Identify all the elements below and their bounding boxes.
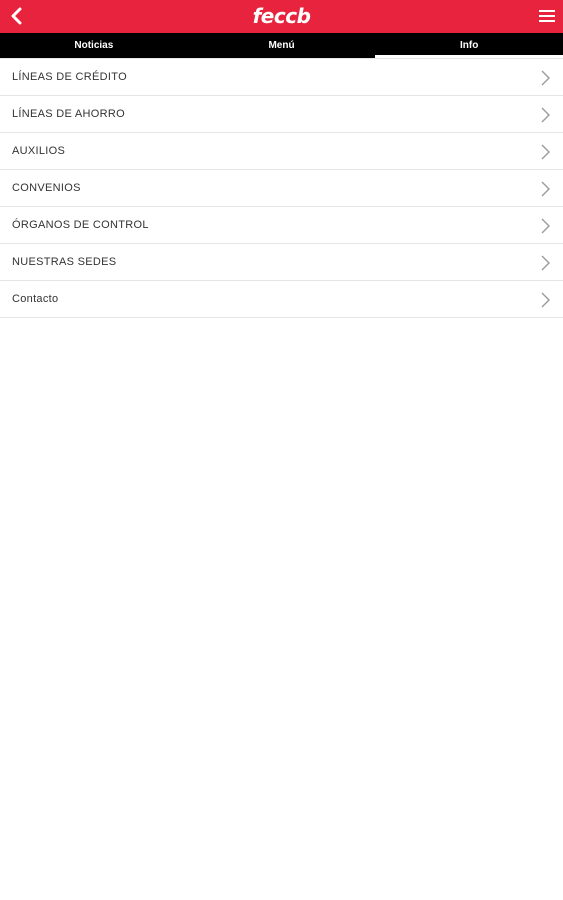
list-item-label: NUESTRAS SEDES xyxy=(12,256,117,268)
list-item-lineas-de-ahorro[interactable]: LÍNEAS DE AHORRO xyxy=(0,96,563,133)
menu-button[interactable] xyxy=(535,4,559,28)
chevron-right-icon xyxy=(541,292,550,308)
tab-noticias[interactable]: Noticias xyxy=(0,33,188,58)
app-logo: feccb xyxy=(252,4,311,28)
chevron-right-icon xyxy=(541,181,550,197)
tab-bar: Noticias Menú Info xyxy=(0,33,563,58)
top-app-bar: feccb xyxy=(0,0,563,33)
chevron-right-icon xyxy=(541,255,550,271)
list-item-label: CONVENIOS xyxy=(12,182,81,194)
hamburger-menu-icon xyxy=(539,10,555,22)
chevron-right-icon xyxy=(541,107,550,123)
list-item-label: AUXILIOS xyxy=(12,145,66,157)
list-item-convenios[interactable]: CONVENIOS xyxy=(0,170,563,207)
list-item-label: ÓRGANOS DE CONTROL xyxy=(12,219,149,231)
list-item-label: LÍNEAS DE CRÉDITO xyxy=(12,71,127,83)
list-item-nuestras-sedes[interactable]: NUESTRAS SEDES xyxy=(0,244,563,281)
chevron-right-icon xyxy=(541,70,550,86)
list-item-contacto[interactable]: Contacto xyxy=(0,281,563,318)
tab-info[interactable]: Info xyxy=(375,33,563,58)
list-item-organos-de-control[interactable]: ÓRGANOS DE CONTROL xyxy=(0,207,563,244)
menu-list: LÍNEAS DE CRÉDITO LÍNEAS DE AHORRO AUXIL… xyxy=(0,58,563,318)
list-item-label: LÍNEAS DE AHORRO xyxy=(12,108,125,120)
list-item-label: Contacto xyxy=(12,293,59,305)
chevron-right-icon xyxy=(541,144,550,160)
list-item-auxilios[interactable]: AUXILIOS xyxy=(0,133,563,170)
chevron-right-icon xyxy=(541,218,550,234)
app-screen: feccb Noticias Menú Info LÍNEAS DE CRÉDI… xyxy=(0,0,563,900)
tab-menu[interactable]: Menú xyxy=(188,33,376,58)
list-item-lineas-de-credito[interactable]: LÍNEAS DE CRÉDITO xyxy=(0,59,563,96)
